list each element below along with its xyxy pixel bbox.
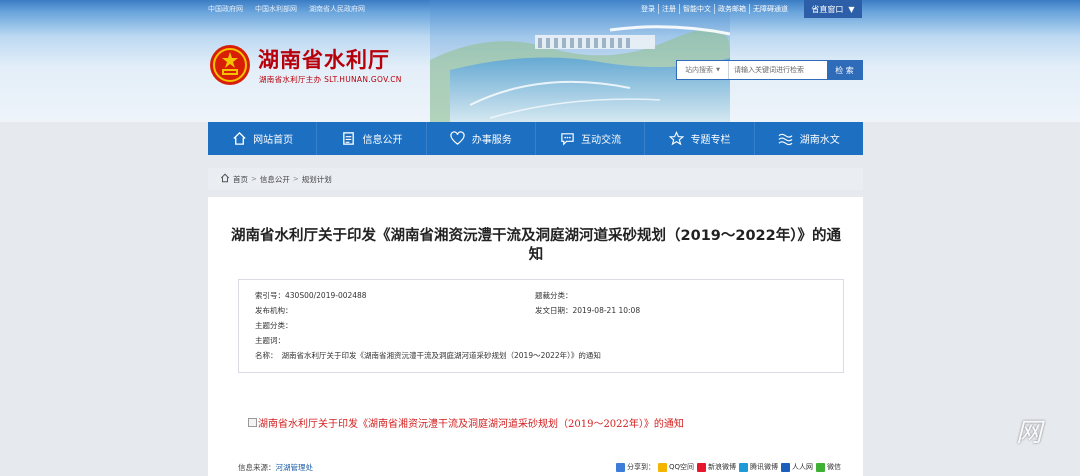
meta-org: 发布机构： (255, 305, 293, 316)
gov-mail-link[interactable]: 政务邮箱 (715, 4, 750, 14)
link-mwr[interactable]: 中国水利部网 (255, 4, 297, 14)
breadcrumb-home[interactable]: 首页 (233, 174, 248, 185)
nav-label: 办事服务 (471, 135, 512, 146)
heart-icon (450, 131, 466, 147)
share-wechat-label: 微信 (827, 463, 842, 471)
chevron-down-icon: ▼ (716, 67, 720, 73)
article-container: 湖南省水利厅关于印发《湖南省湘资沅澧干流及洞庭湖河道采砂规划（2019～2022… (208, 197, 863, 476)
meta-theme: 主题分类： (255, 320, 293, 331)
share-bar: 分享到： QQ空间 新浪微博 腾讯微博 人人网 微信 (616, 462, 841, 472)
article-title: 湖南省水利厅关于印发《湖南省湘资沅澧干流及洞庭湖河道采砂规划（2019～2022… (231, 228, 841, 263)
national-emblem-icon (210, 45, 250, 85)
breadcrumb-separator: > (251, 175, 257, 183)
search-scope-select[interactable]: 站内搜索 ▼ (677, 61, 729, 79)
breadcrumb-separator: > (292, 175, 299, 183)
meta-topic: 题裁分类： (535, 290, 573, 301)
chat-icon (559, 131, 575, 147)
search-scope-label: 站内搜索 (685, 66, 714, 74)
broken-image-icon (248, 418, 257, 427)
share-tencent-weibo-label: 腾讯微博 (750, 463, 779, 471)
wave-icon (778, 131, 794, 147)
meta-date-label: 发文日期： (535, 306, 573, 315)
star-icon (668, 131, 684, 147)
site-banner: 中国政府网 中国水利部网 湖南省人民政府网 登录 注册 智能中文 政务邮箱 无障… (0, 0, 1080, 122)
meta-index-value: 430S00/2019-002488 (285, 291, 367, 300)
weibo-icon (697, 462, 707, 472)
tencent-weibo-icon (739, 462, 749, 472)
breadcrumb: 首页 > 信息公开 > 规划计划 (208, 168, 863, 190)
home-icon (231, 131, 247, 147)
top-bar: 中国政府网 中国水利部网 湖南省人民政府网 登录 注册 智能中文 政务邮箱 无障… (0, 0, 1080, 18)
site-name: 湖南省水利厅 (258, 47, 390, 72)
portal-label: 省直窗口 (811, 4, 844, 14)
document-icon (340, 131, 356, 147)
share-label: 分享到： (627, 463, 655, 471)
watermark-logo: 网 (1016, 418, 1043, 448)
smart-chinese-link[interactable]: 智能中文 (680, 4, 715, 14)
external-links: 中国政府网 中国水利部网 湖南省人民政府网 (208, 4, 365, 14)
login-link[interactable]: 登录 (638, 4, 659, 14)
nav-label: 湖南水文 (799, 135, 840, 146)
chevron-down-icon: ▼ (848, 4, 855, 14)
renren-icon (781, 462, 791, 472)
notice-image-alt-text: 湖南省水利厅关于印发《湖南省湘资沅澧干流及洞庭湖河道采砂规划（2019～2022… (258, 419, 684, 430)
nav-item-hydrology[interactable]: 湖南水文 (755, 122, 863, 155)
meta-index-label: 索引号： (255, 291, 285, 300)
meta-index: 索引号：430S00/2019-002488 (255, 290, 367, 301)
share-wechat[interactable]: 微信 (816, 462, 841, 472)
meta-keywords: 主题词： (255, 335, 285, 346)
share-renren[interactable]: 人人网 (781, 462, 813, 472)
nav-label: 专题专栏 (690, 135, 731, 146)
share-tencent-weibo[interactable]: 腾讯微博 (739, 462, 778, 472)
link-hunan-gov[interactable]: 湖南省人民政府网 (309, 4, 365, 14)
share-weibo[interactable]: 新浪微博 (697, 462, 736, 472)
nav-item-info[interactable]: 信息公开 (317, 122, 427, 155)
user-links: 登录 注册 智能中文 政务邮箱 无障碍通道 (638, 4, 791, 14)
nav-item-interaction[interactable]: 互动交流 (536, 122, 646, 155)
meta-keywords-label: 主题词： (255, 336, 285, 345)
share-label-wrap: 分享到： (616, 462, 655, 472)
meta-topic-label: 题裁分类： (535, 291, 573, 300)
search-box: 站内搜索 ▼ 检 索 (676, 60, 863, 80)
source-label: 信息来源： (238, 463, 276, 472)
notice-image-broken: 湖南省水利厅关于印发《湖南省湘资沅澧干流及洞庭湖河道采砂规划（2019～2022… (248, 415, 684, 430)
nav-label: 互动交流 (581, 135, 622, 146)
share-weibo-label: 新浪微博 (708, 463, 737, 471)
share-icon (616, 462, 625, 472)
nav-label: 信息公开 (362, 135, 403, 146)
share-renren-label: 人人网 (792, 463, 814, 471)
meta-name-label: 名称： (255, 351, 278, 360)
search-button[interactable]: 检 索 (827, 61, 862, 79)
accessibility-link[interactable]: 无障碍通道 (750, 4, 791, 14)
breadcrumb-current[interactable]: 规划计划 (302, 174, 332, 185)
breadcrumb-info[interactable]: 信息公开 (260, 174, 290, 185)
source-info: 信息来源：河湖管理处 (238, 462, 313, 473)
source-value[interactable]: 河湖管理处 (276, 463, 314, 472)
qzone-icon (658, 462, 667, 472)
nav-item-topics[interactable]: 专题专栏 (645, 122, 755, 155)
article-footer: 信息来源：河湖管理处 分享到： QQ空间 新浪微博 腾讯微博 人人网 微信 (238, 462, 841, 474)
nav-label: 网站首页 (253, 135, 294, 146)
wechat-icon (816, 462, 826, 472)
register-link[interactable]: 注册 (659, 4, 680, 14)
meta-name: 名称： 湖南省水利厅关于印发《湖南省湘资沅澧干流及洞庭湖河道采砂规划（2019～2… (255, 350, 601, 361)
meta-org-label: 发布机构： (255, 306, 293, 315)
portal-dropdown-button[interactable]: 省直窗口 ▼ (804, 0, 862, 18)
meta-name-value: 湖南省水利厅关于印发《湖南省湘资沅澧干流及洞庭湖河道采砂规划（2019～2022… (281, 351, 601, 360)
meta-date-value: 2019-08-21 10:08 (572, 306, 641, 315)
meta-theme-label: 主题分类： (255, 321, 293, 330)
article-meta-box: 索引号：430S00/2019-002488 题裁分类： 发布机构： 发文日期：… (238, 279, 844, 373)
site-subtitle: 湖南省水利厅主办 SLT.HUNAN.GOV.CN (259, 75, 402, 84)
link-gov-cn[interactable]: 中国政府网 (208, 4, 243, 14)
main-nav: 网站首页 信息公开 办事服务 互动交流 专题专栏 湖南水文 (208, 122, 863, 155)
nav-item-home[interactable]: 网站首页 (208, 122, 318, 155)
home-icon (220, 173, 230, 185)
search-input[interactable] (729, 61, 827, 79)
share-qzone[interactable]: QQ空间 (658, 462, 694, 472)
nav-item-services[interactable]: 办事服务 (427, 122, 536, 155)
share-qzone-label: QQ空间 (669, 463, 695, 471)
meta-date: 发文日期：2019-08-21 10:08 (535, 305, 640, 316)
